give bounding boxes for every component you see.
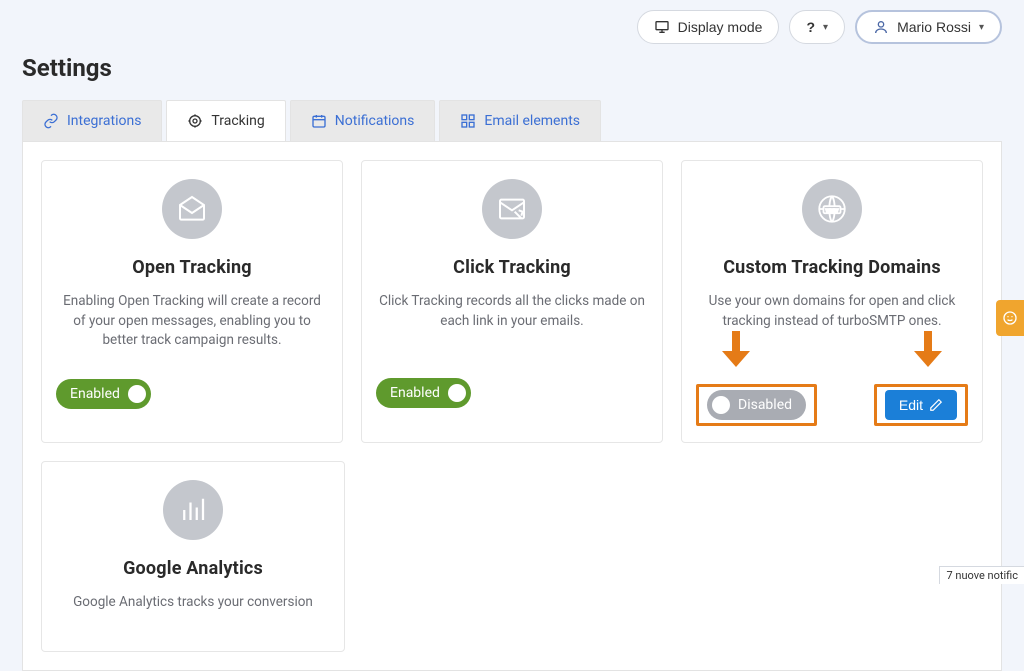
toggle-knob [712, 396, 730, 414]
link-icon [43, 113, 59, 129]
monitor-icon [654, 19, 670, 35]
toggle-open-tracking[interactable]: Enabled [56, 379, 151, 409]
annotation-highlight: Edit [874, 384, 968, 426]
card-title: Open Tracking [132, 257, 252, 278]
target-icon [187, 113, 203, 129]
pencil-icon [929, 398, 943, 412]
display-mode-label: Display mode [678, 19, 763, 35]
toggle-knob [448, 384, 466, 402]
grid-icon [460, 113, 476, 129]
annotation-arrow-icon [722, 331, 750, 367]
tracking-panel: Open Tracking Enabling Open Tracking wil… [22, 141, 1002, 671]
user-menu-button[interactable]: Mario Rossi ▾ [855, 10, 1002, 44]
card-row-2: Google Analytics Google Analytics tracks… [41, 461, 983, 652]
display-mode-button[interactable]: Display mode [637, 10, 780, 44]
tab-label: Integrations [67, 113, 141, 129]
top-bar: Display mode ? ▾ Mario Rossi ▾ [0, 0, 1024, 44]
notification-text: 7 nuove notific [946, 569, 1018, 582]
chat-icon [1002, 310, 1018, 326]
chevron-down-icon: ▾ [979, 22, 984, 33]
annotation-arrow-icon [914, 331, 942, 367]
card-custom-tracking-domains: www Custom Tracking Domains Use your own… [681, 160, 983, 443]
edit-label: Edit [899, 397, 923, 413]
user-icon [873, 19, 889, 35]
globe-www-icon: www [802, 179, 862, 239]
tab-tracking[interactable]: Tracking [166, 100, 285, 141]
card-title: Click Tracking [453, 257, 571, 278]
toggle-label: Disabled [738, 397, 792, 413]
edit-button[interactable]: Edit [885, 390, 957, 420]
help-button[interactable]: ? ▾ [789, 10, 845, 44]
card-desc: Click Tracking records all the clicks ma… [376, 292, 648, 350]
svg-text:www: www [825, 208, 839, 214]
card-title: Google Analytics [123, 558, 263, 579]
card-desc: Enabling Open Tracking will create a rec… [56, 292, 328, 351]
user-name: Mario Rossi [897, 19, 971, 35]
toggle-label: Enabled [390, 385, 440, 401]
calendar-icon [311, 113, 327, 129]
tab-label: Tracking [211, 113, 264, 129]
card-row: Open Tracking Enabling Open Tracking wil… [41, 160, 983, 443]
card-click-tracking: Click Tracking Click Tracking records al… [361, 160, 663, 443]
card-google-analytics: Google Analytics Google Analytics tracks… [41, 461, 345, 652]
card-open-tracking: Open Tracking Enabling Open Tracking wil… [41, 160, 343, 443]
toggle-custom-tracking-domains[interactable]: Disabled [707, 390, 806, 420]
bar-chart-icon [163, 480, 223, 540]
toggle-knob [128, 385, 146, 403]
envelope-icon [162, 179, 222, 239]
card-title: Custom Tracking Domains [723, 257, 941, 278]
notification-bar[interactable]: 7 nuove notific [939, 566, 1024, 584]
settings-tabs: Integrations Tracking Notifications Emai… [0, 100, 1024, 141]
tab-notifications[interactable]: Notifications [290, 100, 436, 141]
card-desc: Google Analytics tracks your conversion [73, 593, 313, 651]
chevron-down-icon: ▾ [823, 22, 828, 33]
tab-label: Email elements [484, 113, 580, 129]
envelope-click-icon [482, 179, 542, 239]
feedback-side-tab[interactable] [996, 300, 1024, 336]
help-icon: ? [806, 19, 815, 35]
tab-label: Notifications [335, 113, 415, 129]
tab-email-elements[interactable]: Email elements [439, 100, 601, 141]
page-title: Settings [0, 44, 1024, 100]
toggle-click-tracking[interactable]: Enabled [376, 378, 471, 408]
tab-integrations[interactable]: Integrations [22, 100, 162, 141]
toggle-label: Enabled [70, 386, 120, 402]
annotation-highlight: Disabled [696, 384, 817, 426]
